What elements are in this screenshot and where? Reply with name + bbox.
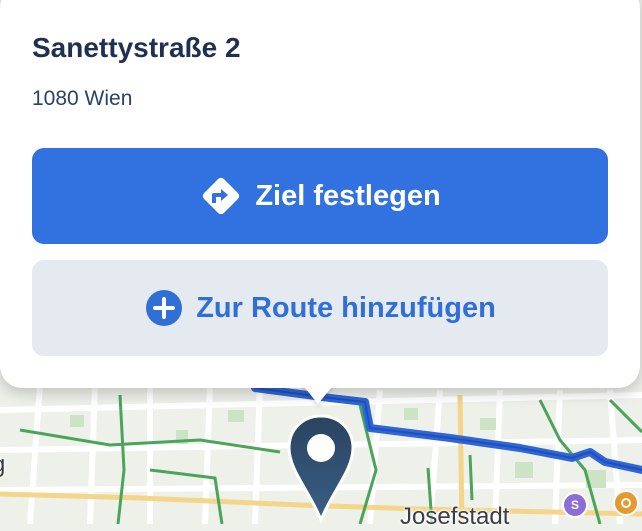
map-label-left: g [0, 451, 5, 479]
plus-circle-icon [144, 288, 184, 328]
add-to-route-label: Zur Route hinzufügen [196, 291, 496, 324]
map-label-district: Josefstadt [400, 503, 510, 530]
restaurant-glyph [621, 498, 631, 508]
place-title: Sanettystraße 2 [32, 32, 241, 63]
restaurant-icon[interactable] [613, 490, 639, 516]
set-destination-button[interactable]: Ziel festlegen [32, 148, 608, 244]
location-pin-icon[interactable] [286, 412, 356, 524]
popup-pointer [301, 383, 335, 404]
poi-transit-label: S [570, 498, 579, 512]
add-to-route-button[interactable]: Zur Route hinzufügen [32, 260, 608, 356]
transit-stop-icon[interactable]: S [562, 492, 588, 518]
set-destination-label: Ziel festlegen [255, 179, 441, 212]
directions-icon [199, 174, 243, 218]
place-address: 1080 Wien [32, 87, 133, 110]
